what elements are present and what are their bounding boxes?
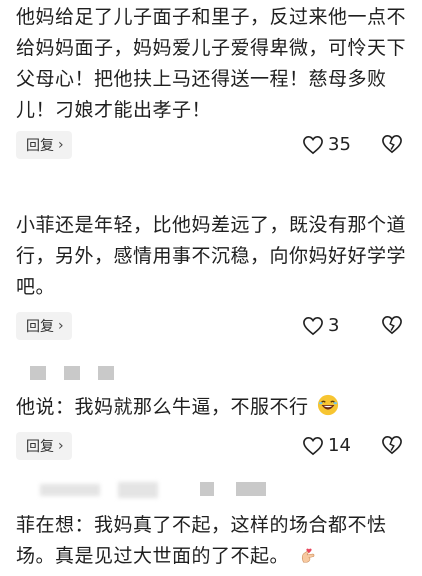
reply-label: 回复 [26,439,54,455]
comment-text-body: 菲在想：我妈真了不起，这样的场合都不怯场。真是见过大世面的了不起。 [16,514,387,567]
comment-text-body: 他说：我妈就那么牛逼，不服不行 [16,396,309,418]
reply-button[interactable]: 回复 › [16,131,72,159]
broken-heart-icon[interactable] [381,315,403,335]
like-button[interactable]: 3 [302,315,339,336]
chevron-right-icon: › [58,438,64,454]
chevron-right-icon: › [58,137,64,153]
broken-heart-icon[interactable] [381,134,403,154]
heart-hands-emoji-icon [301,548,314,563]
heart-icon [303,135,323,154]
broken-heart-icon[interactable] [381,435,403,455]
reply-label: 回复 [26,319,54,335]
like-count: 14 [328,435,351,456]
chevron-right-icon: › [58,318,64,334]
like-count: 3 [328,315,340,336]
comment-text: 他妈给足了儿子面子和里子，反过来他一点不给妈妈面子，妈妈爱儿子爱得卑微，可怜天下… [16,6,407,121]
comment-text: 小菲还是年轻，比他妈差远了，既没有那个道行，另外，感情用事不沉稳，向你妈好好学学… [16,214,407,298]
comment-text: 菲在想：我妈真了不起，这样的场合都不怯场。真是见过大世面的了不起。 [16,510,408,572]
reply-label: 回复 [26,138,54,154]
heart-icon [303,316,323,335]
laughing-face-emoji-icon [317,394,339,416]
reply-button[interactable]: 回复 › [16,432,72,460]
like-button[interactable]: 14 [302,435,351,456]
like-count: 35 [328,134,351,155]
like-button[interactable]: 35 [302,134,351,155]
comment-text: 他说：我妈就那么牛逼，不服不行 [16,392,408,423]
heart-icon [303,436,323,455]
reply-button[interactable]: 回复 › [16,312,72,340]
